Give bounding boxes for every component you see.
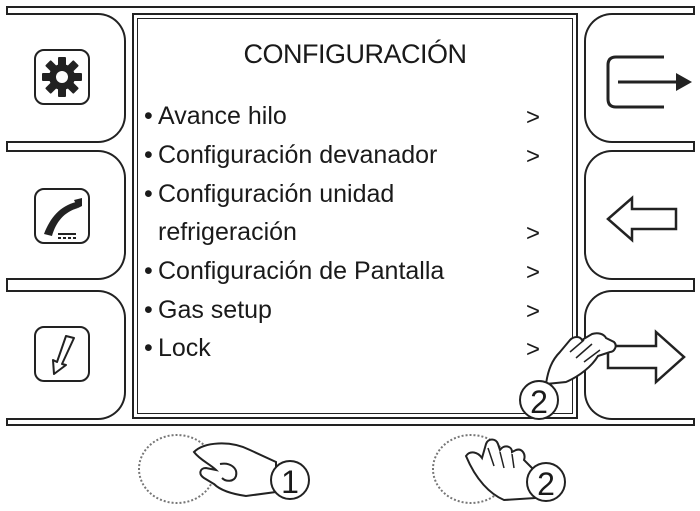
menu-item-refrigeracion[interactable]: refrigeración bbox=[144, 218, 297, 247]
wire-feed-arrow-icon bbox=[34, 326, 90, 382]
step-2-button-marker: 2 bbox=[519, 380, 559, 420]
menu-item-configuracion-unidad[interactable]: • Configuración unidad bbox=[144, 180, 394, 209]
menu-arrow: > bbox=[526, 143, 541, 170]
bullet: • bbox=[144, 296, 153, 324]
bullet: • bbox=[144, 334, 153, 362]
step-1-marker: 1 bbox=[270, 460, 310, 500]
bullet: • bbox=[144, 257, 153, 285]
bullet: • bbox=[144, 102, 153, 130]
exit-icon bbox=[604, 47, 694, 117]
bullet: • bbox=[144, 141, 153, 169]
menu-item-configuracion-devanador[interactable]: • Configuración devanador bbox=[144, 141, 437, 170]
menu-label: Gas setup bbox=[158, 296, 272, 324]
menu-arrow: > bbox=[526, 259, 541, 286]
screen-title: CONFIGURACIÓN bbox=[243, 39, 468, 69]
gear-icon bbox=[34, 49, 90, 105]
back-arrow-icon bbox=[606, 194, 686, 244]
step-2-knob-marker: 2 bbox=[526, 462, 566, 502]
menu-label: Configuración de Pantalla bbox=[158, 257, 445, 285]
turning-hand-icon bbox=[190, 438, 280, 498]
display-screen: CONFIGURACIÓN • Avance hilo > • Configurac… bbox=[132, 13, 578, 419]
menu-item-gas-setup[interactable]: • Gas setup bbox=[144, 296, 272, 325]
menu-arrow: > bbox=[526, 298, 541, 325]
menu-arrow: > bbox=[526, 220, 541, 247]
settings-button[interactable] bbox=[6, 13, 126, 143]
pointing-hand-icon bbox=[540, 326, 620, 386]
menu-label: Avance hilo bbox=[158, 102, 287, 130]
menu-label: Configuración devanador bbox=[158, 141, 438, 169]
menu-label: Configuración unidad bbox=[158, 180, 395, 208]
menu-item-configuracion-pantalla[interactable]: • Configuración de Pantalla bbox=[144, 257, 444, 286]
back-button[interactable] bbox=[584, 150, 695, 280]
wire-feed-button[interactable] bbox=[6, 290, 126, 420]
menu-label: Lock bbox=[158, 334, 211, 362]
exit-button[interactable] bbox=[584, 13, 695, 143]
bullet: • bbox=[144, 180, 153, 208]
menu-arrow: > bbox=[526, 336, 541, 363]
menu-item-lock[interactable]: • Lock bbox=[144, 334, 211, 363]
torch-button[interactable] bbox=[6, 150, 126, 280]
welding-torch-icon bbox=[34, 188, 90, 244]
menu-item-avance-hilo[interactable]: • Avance hilo bbox=[144, 102, 287, 131]
menu-label: refrigeración bbox=[158, 218, 297, 246]
menu-arrow: > bbox=[526, 104, 541, 131]
control-panel: CONFIGURACIÓN • Avance hilo > • Configurac… bbox=[0, 0, 700, 508]
